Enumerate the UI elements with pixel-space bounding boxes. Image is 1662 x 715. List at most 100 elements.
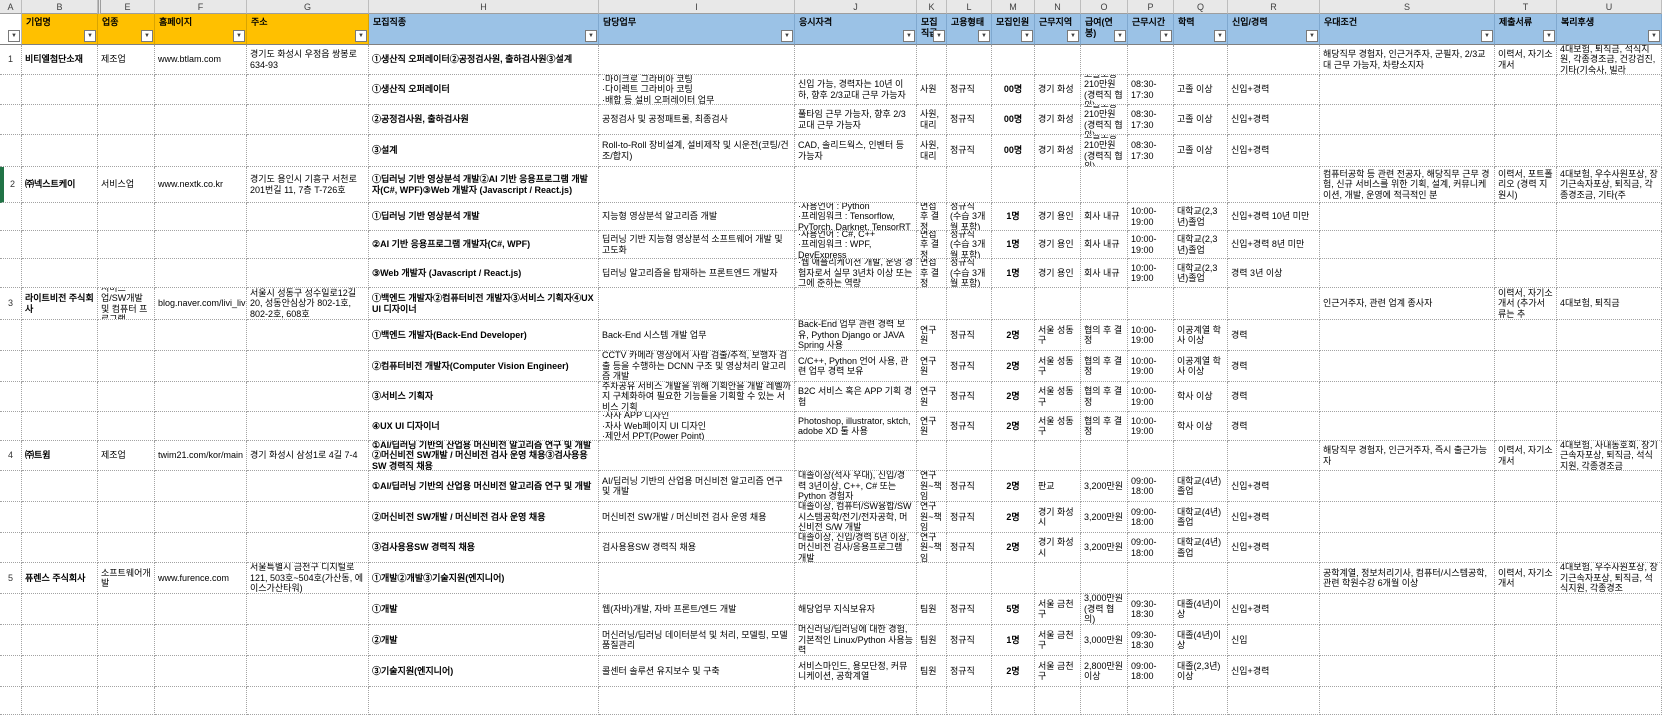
cell-R-row7[interactable]: 신입+경력 8년 미만 — [1228, 231, 1320, 259]
cell-E-row16[interactable] — [98, 502, 155, 533]
cell-M-row18[interactable] — [992, 563, 1035, 594]
filter-dropdown-icon[interactable]: ▼ — [1481, 30, 1493, 42]
cell-A-row7[interactable] — [0, 231, 22, 259]
cell-G-row5[interactable]: 경기도 용인시 기흥구 서천로 201번길 11, 7층 T-726호 — [247, 167, 369, 203]
cell-O-row18[interactable] — [1081, 563, 1128, 594]
cell-J-row5[interactable] — [795, 167, 917, 203]
cell-T-row16[interactable] — [1495, 502, 1557, 533]
cell-B-row21[interactable] — [22, 656, 98, 687]
cell-J-row18[interactable] — [795, 563, 917, 594]
cell-J-row7[interactable]: ·사용언어 : C#, C++ ·프레임워크 : WPF, DevExpress — [795, 231, 917, 259]
cell-M-row7[interactable]: 1명 — [992, 231, 1035, 259]
column-header-O[interactable]: 급여(연봉)▼ — [1081, 14, 1128, 45]
cell-O-row20[interactable]: 3,000만원 — [1081, 625, 1128, 656]
cell-S-row3[interactable] — [1320, 105, 1495, 135]
cell-M-row1[interactable] — [992, 45, 1035, 75]
cell-R-row16[interactable]: 신입+경력 — [1228, 502, 1320, 533]
cell-R-row1[interactable] — [1228, 45, 1320, 75]
cell-M-row8[interactable]: 1명 — [992, 259, 1035, 288]
cell-N-row7[interactable]: 경기 용인 — [1035, 231, 1081, 259]
cell-I-row22[interactable] — [599, 687, 795, 715]
cell-J-row22[interactable] — [795, 687, 917, 715]
cell-N-row6[interactable]: 경기 용인 — [1035, 203, 1081, 231]
cell-O-row16[interactable]: 3,200만원 — [1081, 502, 1128, 533]
filter-dropdown-icon[interactable]: ▼ — [8, 30, 20, 42]
cell-B-row7[interactable] — [22, 231, 98, 259]
cell-K-row2[interactable]: 사원 — [917, 75, 947, 105]
cell-B-row5[interactable]: ㈜넥스트케이 — [22, 167, 98, 203]
cell-A-row5[interactable]: 2 — [0, 167, 22, 203]
cell-H-row12[interactable]: ③서비스 기획자 — [369, 382, 599, 412]
cell-U-row15[interactable] — [1557, 471, 1662, 502]
column-letter-T[interactable]: T — [1495, 0, 1557, 14]
cell-H-row20[interactable]: ②개발 — [369, 625, 599, 656]
column-letter-S[interactable]: S — [1320, 0, 1495, 14]
cell-A-row10[interactable] — [0, 320, 22, 351]
cell-I-row20[interactable]: 머신러닝/딥러닝 데이터분석 및 처리, 모델링, 모델 품질관리 — [599, 625, 795, 656]
cell-U-row5[interactable]: 4대보험, 우수사원포상, 장기근속자포상, 퇴직금, 각종경조금, 기타(주 — [1557, 167, 1662, 203]
cell-E-row13[interactable] — [98, 412, 155, 441]
column-letter-U[interactable]: U — [1557, 0, 1662, 14]
cell-Q-row11[interactable]: 이공계열 학사 이상 — [1174, 351, 1228, 382]
cell-Q-row4[interactable]: 고졸 이상 — [1174, 135, 1228, 167]
cell-U-row12[interactable] — [1557, 382, 1662, 412]
cell-T-row5[interactable]: 이력서, 포트폴리오 (경력 지원시) — [1495, 167, 1557, 203]
filter-dropdown-icon[interactable]: ▼ — [1114, 30, 1126, 42]
cell-S-row12[interactable] — [1320, 382, 1495, 412]
cell-B-row3[interactable] — [22, 105, 98, 135]
column-letter-A[interactable]: A — [0, 0, 22, 14]
cell-A-row16[interactable] — [0, 502, 22, 533]
cell-S-row4[interactable] — [1320, 135, 1495, 167]
filter-dropdown-icon[interactable]: ▼ — [141, 30, 153, 42]
cell-I-row21[interactable]: 콜센터 솔루션 유지보수 및 구축 — [599, 656, 795, 687]
cell-N-row12[interactable]: 서울 성동구 — [1035, 382, 1081, 412]
cell-H-row19[interactable]: ①개발 — [369, 594, 599, 625]
cell-N-row5[interactable] — [1035, 167, 1081, 203]
cell-T-row12[interactable] — [1495, 382, 1557, 412]
cell-S-row9[interactable]: 인근거주자, 관련 업계 종사자 — [1320, 288, 1495, 320]
cell-G-row8[interactable] — [247, 259, 369, 288]
column-header-A[interactable]: ▼ — [0, 14, 22, 45]
cell-M-row12[interactable]: 2명 — [992, 382, 1035, 412]
cell-E-row9[interactable]: 서비스업/SW개발 및 컴퓨터 프로그램 — [98, 288, 155, 320]
cell-J-row11[interactable]: C/C++, Python 언어 사용, 관련 업무 경력 보유 — [795, 351, 917, 382]
cell-E-row21[interactable] — [98, 656, 155, 687]
cell-N-row13[interactable]: 서울 성동구 — [1035, 412, 1081, 441]
column-letter-L[interactable]: L — [947, 0, 992, 14]
cell-H-row21[interactable]: ③기술지원(엔지니어) — [369, 656, 599, 687]
cell-T-row10[interactable] — [1495, 320, 1557, 351]
column-letter-H[interactable]: H — [369, 0, 599, 14]
cell-R-row8[interactable]: 경력 3년 이상 — [1228, 259, 1320, 288]
cell-P-row11[interactable]: 10:00-19:00 — [1128, 351, 1174, 382]
cell-U-row21[interactable] — [1557, 656, 1662, 687]
cell-Q-row9[interactable] — [1174, 288, 1228, 320]
cell-A-row14[interactable]: 4 — [0, 441, 22, 471]
filter-dropdown-icon[interactable]: ▼ — [781, 30, 793, 42]
cell-M-row10[interactable]: 2명 — [992, 320, 1035, 351]
cell-A-row15[interactable] — [0, 471, 22, 502]
cell-L-row5[interactable] — [947, 167, 992, 203]
cell-M-row20[interactable]: 1명 — [992, 625, 1035, 656]
cell-F-row20[interactable] — [155, 625, 247, 656]
column-letter-F[interactable]: F — [155, 0, 247, 14]
cell-L-row22[interactable] — [947, 687, 992, 715]
column-header-E[interactable]: 업종▼ — [98, 14, 155, 45]
filter-dropdown-icon[interactable]: ▼ — [1160, 30, 1172, 42]
cell-J-row6[interactable]: ·사용언어 : Python ·프레임워크 : Tensorflow, PyTo… — [795, 203, 917, 231]
cell-O-row3[interactable]: 고졸초봉 210만원 (경력직 협의) — [1081, 105, 1128, 135]
cell-F-row21[interactable] — [155, 656, 247, 687]
cell-S-row8[interactable] — [1320, 259, 1495, 288]
cell-U-row4[interactable] — [1557, 135, 1662, 167]
cell-K-row10[interactable]: 연구원 — [917, 320, 947, 351]
cell-U-row16[interactable] — [1557, 502, 1662, 533]
cell-S-row13[interactable] — [1320, 412, 1495, 441]
cell-F-row7[interactable] — [155, 231, 247, 259]
cell-R-row3[interactable]: 신입+경력 — [1228, 105, 1320, 135]
cell-J-row19[interactable]: 해당업무 지식보유자 — [795, 594, 917, 625]
cell-L-row19[interactable]: 정규직 — [947, 594, 992, 625]
column-letter-P[interactable]: P — [1128, 0, 1174, 14]
cell-T-row4[interactable] — [1495, 135, 1557, 167]
cell-S-row5[interactable]: 컴퓨터공학 등 관련 전공자, 해당직무 근무 경험, 신규 서비스를 위한 기… — [1320, 167, 1495, 203]
cell-I-row6[interactable]: 지능형 영상분석 알고리즘 개발 — [599, 203, 795, 231]
cell-M-row17[interactable]: 2명 — [992, 533, 1035, 563]
